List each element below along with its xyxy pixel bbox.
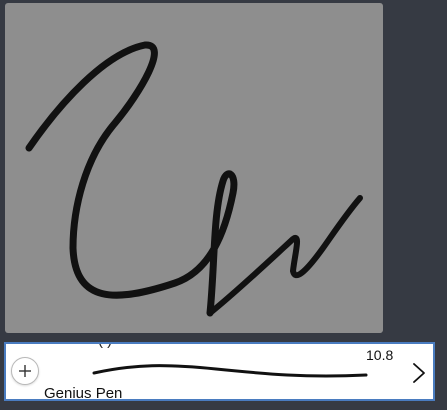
brush-size-value: 10.8 <box>366 347 394 363</box>
brush-selector-bar[interactable]: ( ) 10.8 Genius Pen <box>4 342 435 401</box>
plus-icon <box>19 365 31 377</box>
ink-stroke <box>25 41 238 317</box>
add-brush-button[interactable] <box>11 357 39 385</box>
next-brush-button[interactable] <box>406 358 432 388</box>
previous-brush-peek: ( ) <box>98 344 112 349</box>
brush-name-label: Genius Pen <box>44 385 123 401</box>
drawing-canvas[interactable] <box>5 3 383 333</box>
ink-stroke <box>207 195 363 316</box>
chevron-right-icon <box>413 363 425 383</box>
brush-stroke-preview <box>92 364 368 378</box>
canvas-drawing <box>25 41 363 317</box>
